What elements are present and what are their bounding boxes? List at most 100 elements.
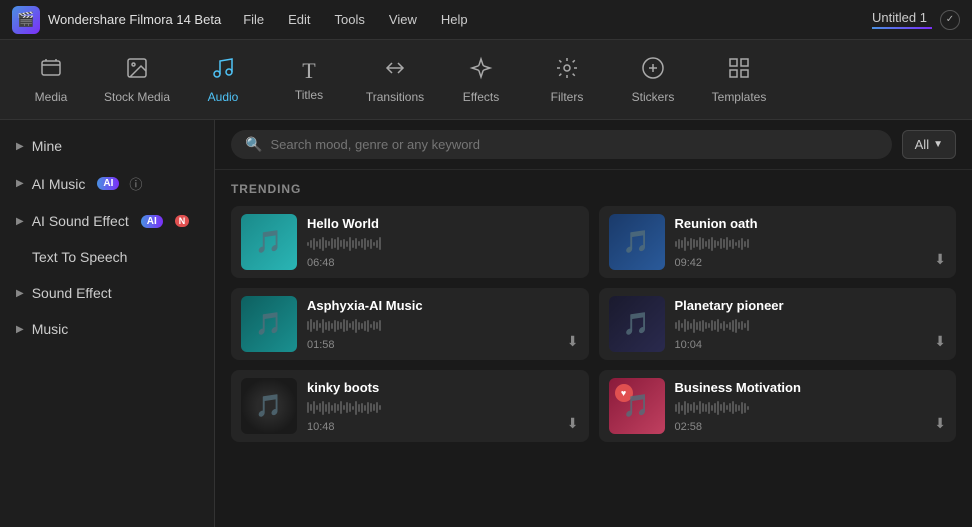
track-thumb-reunion-oath: 🎵 [609, 214, 665, 270]
waveform-hello-world [307, 235, 579, 253]
templates-icon [727, 56, 751, 86]
track-duration: 01:58 [307, 339, 579, 351]
track-thumb-hello-world: 🎵 [241, 214, 297, 270]
track-info-asphyxia: Asphyxia-AI Music 01:58 [307, 298, 579, 351]
track-duration: 02:58 [675, 421, 947, 433]
right-panel: 🔍 All ▼ TRENDING 🎵 Hello World [215, 120, 972, 527]
sidebar-music-label: Music [32, 321, 69, 337]
toolbar-effects[interactable]: Effects [440, 45, 522, 115]
track-card-business-motivation[interactable]: ♥ 🎵 Business Motivation 02:58 ⬇ [599, 370, 957, 442]
toolbar-templates-label: Templates [712, 90, 767, 104]
toolbar-stock-media[interactable]: Stock Media [96, 45, 178, 115]
track-card-reunion-oath[interactable]: 🎵 Reunion oath 09:42 ⬇ [599, 206, 957, 278]
waveform-business-motivation [675, 399, 947, 417]
ai-sound-new-badge: N [175, 215, 190, 227]
track-name: Reunion oath [675, 216, 947, 231]
app-logo-icon: 🎬 [12, 6, 40, 34]
title-area: Untitled 1 ✓ [872, 10, 960, 30]
sidebar-item-sound-effect[interactable]: ▶ Sound Effect [0, 275, 214, 311]
check-icon[interactable]: ✓ [940, 10, 960, 30]
ai-music-badge: AI [97, 177, 119, 190]
track-name: Asphyxia-AI Music [307, 298, 579, 313]
toolbar-transitions-label: Transitions [366, 90, 424, 104]
track-name: Business Motivation [675, 380, 947, 395]
download-button[interactable]: ⬇ [934, 333, 946, 350]
search-input-wrapper[interactable]: 🔍 [231, 130, 892, 159]
effects-icon [469, 56, 493, 86]
sidebar-tts-label: Text To Speech [32, 249, 127, 265]
sidebar-item-ai-music[interactable]: ▶ AI Music AI ⓘ [0, 164, 214, 203]
download-button[interactable]: ⬇ [567, 415, 579, 432]
ai-sound-badge: AI [141, 215, 163, 228]
download-button[interactable]: ⬇ [934, 415, 946, 432]
ai-sound-arrow-icon: ▶ [16, 216, 24, 227]
track-info-kinky-boots: kinky boots 10:48 [307, 380, 579, 433]
track-thumb-icon: 🎵 [255, 393, 282, 419]
track-name: Planetary pioneer [675, 298, 947, 313]
menu-bar: 🎬 Wondershare Filmora 14 Beta File Edit … [0, 0, 972, 40]
track-duration: 09:42 [675, 257, 947, 269]
track-card-kinky-boots[interactable]: 🎵 kinky boots 10:48 ⬇ [231, 370, 589, 442]
menu-edit[interactable]: Edit [286, 8, 312, 31]
music-arrow-icon: ▶ [16, 324, 24, 335]
transitions-icon [383, 56, 407, 86]
toolbar-transitions[interactable]: Transitions [354, 45, 436, 115]
track-thumb-planetary: 🎵 [609, 296, 665, 352]
track-info-reunion-oath: Reunion oath 09:42 [675, 216, 947, 269]
track-info-business-motivation: Business Motivation 02:58 [675, 380, 947, 433]
toolbar-titles-label: Titles [295, 88, 323, 102]
toolbar: Media Stock Media Audio T Titles [0, 40, 972, 120]
track-duration: 10:48 [307, 421, 579, 433]
track-duration: 06:48 [307, 257, 579, 269]
mine-arrow-icon: ▶ [16, 141, 24, 152]
content-area: TRENDING 🎵 Hello World 06:48 [215, 170, 972, 527]
download-button[interactable]: ⬇ [934, 251, 946, 268]
toolbar-stickers[interactable]: Stickers [612, 45, 694, 115]
title-underline [872, 27, 932, 29]
search-icon: 🔍 [245, 136, 262, 153]
sound-effect-arrow-icon: ▶ [16, 288, 24, 299]
menu-view[interactable]: View [387, 8, 419, 31]
track-thumb-kinky-boots: 🎵 [241, 378, 297, 434]
toolbar-media-label: Media [35, 90, 68, 104]
tracks-grid: 🎵 Hello World 06:48 🎵 [231, 206, 956, 442]
app-logo: 🎬 Wondershare Filmora 14 Beta [12, 6, 221, 34]
search-input[interactable] [270, 137, 877, 152]
ai-music-arrow-icon: ▶ [16, 178, 24, 189]
track-card-hello-world[interactable]: 🎵 Hello World 06:48 [231, 206, 589, 278]
sidebar-item-text-to-speech[interactable]: Text To Speech [0, 239, 214, 275]
sidebar-item-music[interactable]: ▶ Music [0, 311, 214, 347]
menu-items: File Edit Tools View Help [241, 8, 872, 31]
filter-button[interactable]: All ▼ [902, 130, 956, 159]
menu-tools[interactable]: Tools [333, 8, 367, 31]
toolbar-filters[interactable]: Filters [526, 45, 608, 115]
app-name: Wondershare Filmora 14 Beta [48, 12, 221, 27]
waveform-reunion-oath [675, 235, 947, 253]
download-button[interactable]: ⬇ [567, 333, 579, 350]
filter-chevron-icon: ▼ [933, 139, 943, 150]
toolbar-audio[interactable]: Audio [182, 45, 264, 115]
toolbar-titles[interactable]: T Titles [268, 45, 350, 115]
track-thumb-icon: 🎵 [255, 229, 282, 255]
sidebar: ▶ Mine ▶ AI Music AI ⓘ ▶ AI Sound Effect… [0, 120, 215, 527]
toolbar-audio-label: Audio [208, 90, 239, 104]
menu-help[interactable]: Help [439, 8, 470, 31]
project-title: Untitled 1 [872, 10, 932, 25]
track-duration: 10:04 [675, 339, 947, 351]
titles-icon: T [302, 58, 315, 84]
filters-icon [555, 56, 579, 86]
menu-file[interactable]: File [241, 8, 266, 31]
toolbar-media[interactable]: Media [10, 45, 92, 115]
sidebar-item-mine[interactable]: ▶ Mine [0, 128, 214, 164]
ai-music-help-icon[interactable]: ⓘ [129, 174, 142, 193]
track-card-planetary[interactable]: 🎵 Planetary pioneer 10:04 ⬇ [599, 288, 957, 360]
stickers-icon [641, 56, 665, 86]
main-content: ▶ Mine ▶ AI Music AI ⓘ ▶ AI Sound Effect… [0, 120, 972, 527]
toolbar-stock-media-label: Stock Media [104, 90, 170, 104]
track-thumb-icon: 🎵 [623, 311, 650, 337]
toolbar-templates[interactable]: Templates [698, 45, 780, 115]
sidebar-ai-sound-label: AI Sound Effect [32, 213, 129, 229]
sidebar-item-ai-sound-effect[interactable]: ▶ AI Sound Effect AI N [0, 203, 214, 239]
track-card-asphyxia[interactable]: 🎵 Asphyxia-AI Music 01:58 ⬇ [231, 288, 589, 360]
toolbar-filters-label: Filters [551, 90, 584, 104]
